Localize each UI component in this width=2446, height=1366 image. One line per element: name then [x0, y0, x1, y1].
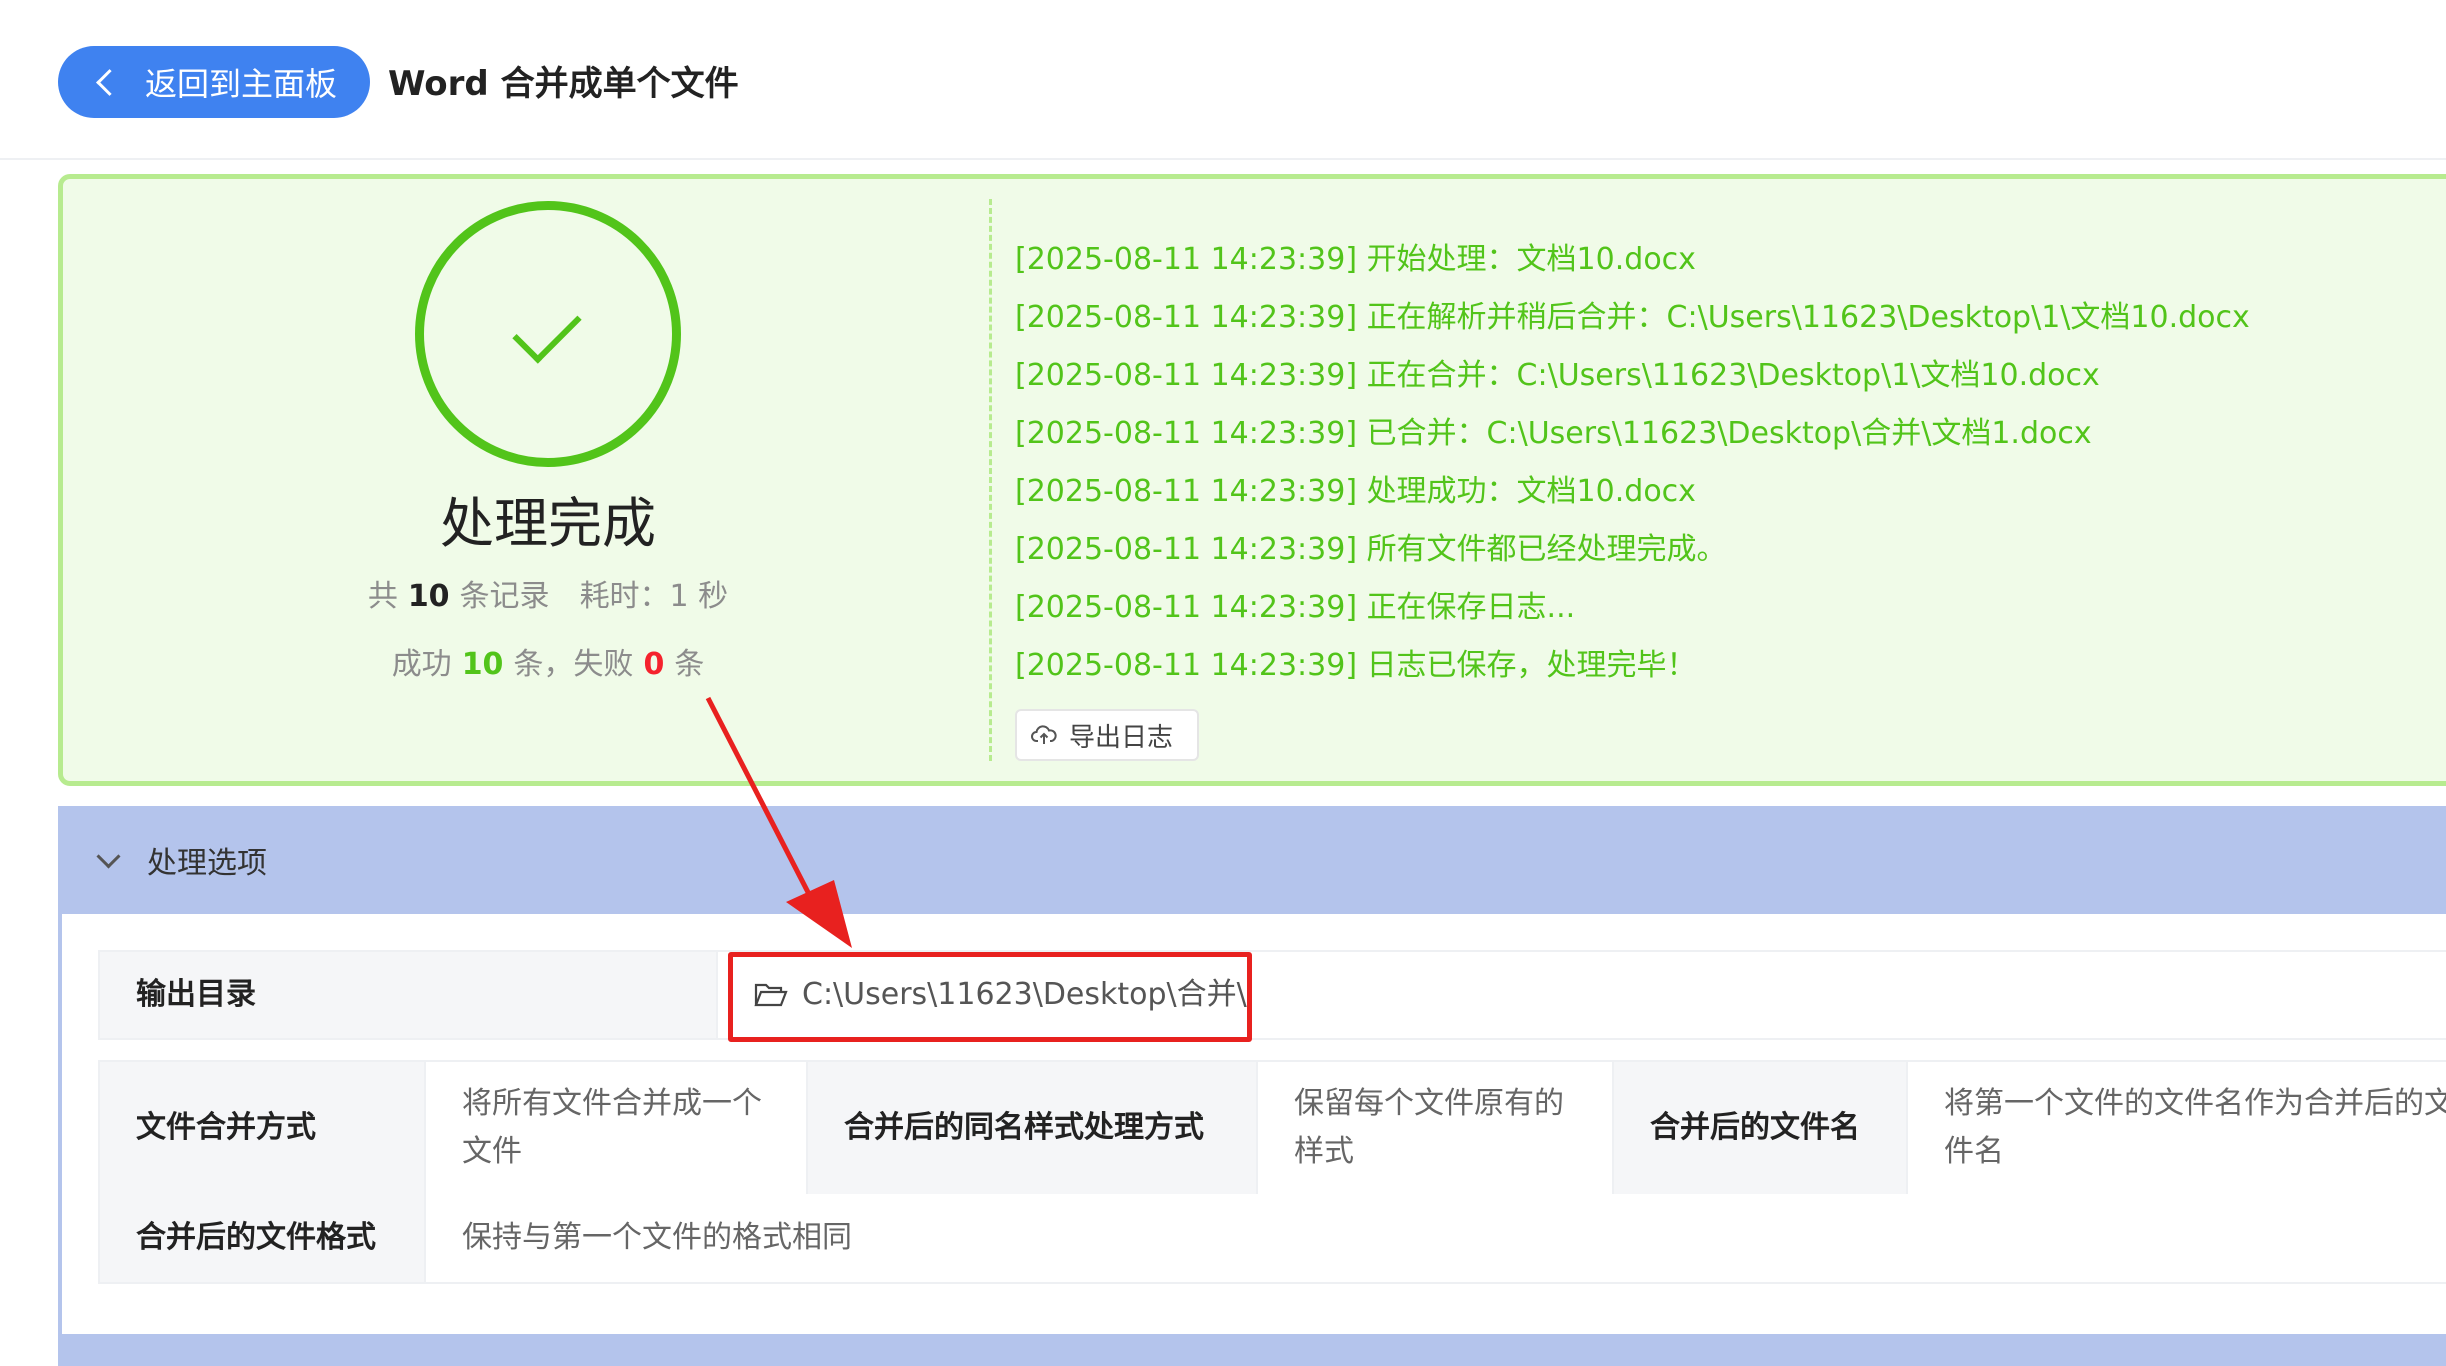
- file-format-value: 保持与第一个文件的格式相同: [424, 1194, 2446, 1282]
- log-divider: [989, 199, 992, 761]
- log-entry: [2025-08-11 14:23:39] 正在合并：C:\Users\1162…: [1015, 358, 2100, 393]
- log-entry: [2025-08-11 14:23:39] 处理成功：文档10.docx: [1015, 474, 1696, 509]
- result-panel: 处理完成 共 10 条记录 耗时：1 秒 成功 10 条，失败 0 条 [2025-08-11…: [58, 174, 2446, 786]
- log-entry: [2025-08-11 14:23:39] 正在解析并稍后合并：C:\Users…: [1015, 300, 2250, 335]
- cloud-upload-icon: [1031, 725, 1057, 744]
- export-log-button[interactable]: 导出日志: [1015, 709, 1199, 761]
- stats-summary: 共 10 条记录 耗时：1 秒: [63, 571, 1033, 615]
- page-title: Word 合并成单个文件: [388, 64, 739, 104]
- stats-time: 耗时：1 秒: [579, 579, 729, 614]
- stats-total-suffix: 条记录: [459, 579, 550, 614]
- log-entry: [2025-08-11 14:23:39] 开始处理：文档10.docx: [1015, 242, 1696, 277]
- stats-total-count: 10: [407, 579, 450, 614]
- chevron-down-icon: [96, 843, 121, 869]
- stats-total-prefix: 共: [367, 579, 398, 614]
- status-title: 处理完成: [440, 492, 656, 555]
- merge-mode-label: 文件合并方式: [100, 1062, 424, 1194]
- processing-options-title: 处理选项: [147, 846, 267, 881]
- checkmark-icon: [512, 294, 582, 364]
- options-row-merge: 文件合并方式 将所有文件合并成一个文件 合并后的同名样式处理方式 保留每个文件原…: [98, 1060, 2446, 1196]
- output-dir-label: 输出目录: [100, 952, 716, 1038]
- processing-options-toggle[interactable]: 处理选项: [58, 806, 2446, 914]
- style-handling-value: 保留每个文件原有的样式: [1256, 1062, 1612, 1194]
- stats-result: 成功 10 条，失败 0 条: [63, 639, 1033, 683]
- log-entry: [2025-08-11 14:23:39] 所有文件都已经处理完成。: [1015, 532, 1727, 567]
- log-entry: [2025-08-11 14:23:39] 已合并：C:\Users\11623…: [1015, 416, 2092, 451]
- merged-filename-label: 合并后的文件名: [1612, 1062, 1906, 1194]
- file-format-label: 合并后的文件格式: [100, 1194, 424, 1282]
- stats-fail-count: 0: [643, 647, 665, 682]
- page-header: 返回到主面板 Word 合并成单个文件: [0, 0, 2446, 160]
- processing-options-body: 输出目录 C:\Users\11623\Desktop\合并\ 文件合并方式 将…: [62, 914, 2446, 1334]
- processing-options-section: 处理选项 输出目录 C:\Users\11623\Desktop\合并\ 文件合…: [58, 806, 2446, 1366]
- merged-filename-value: 将第一个文件的文件名作为合并后的文件名: [1906, 1062, 2446, 1194]
- log-list: [2025-08-11 14:23:39] 开始处理：文档10.docx [20…: [1015, 231, 2250, 695]
- app-window: 返回到主面板 Word 合并成单个文件 处理完成 共 10 条记录 耗时：1 秒 成功…: [0, 0, 2446, 1366]
- export-log-label: 导出日志: [1069, 722, 1174, 753]
- options-row-format: 合并后的文件格式 保持与第一个文件的格式相同: [98, 1194, 2446, 1284]
- annotation-highlight-box: [728, 952, 1252, 1042]
- stats-success-suffix: 条，失败: [513, 647, 634, 682]
- stats-fail-suffix: 条: [674, 647, 705, 682]
- merge-mode-value: 将所有文件合并成一个文件: [424, 1062, 806, 1194]
- options-row-output: 输出目录 C:\Users\11623\Desktop\合并\: [98, 950, 2446, 1040]
- chevron-left-icon: [96, 68, 123, 96]
- stats-success-prefix: 成功: [391, 647, 452, 682]
- back-button-label: 返回到主面板: [145, 65, 338, 103]
- back-to-dashboard-button[interactable]: 返回到主面板: [58, 46, 370, 118]
- style-handling-label: 合并后的同名样式处理方式: [806, 1062, 1256, 1194]
- stats-success-count: 10: [461, 647, 504, 682]
- log-entry: [2025-08-11 14:23:39] 正在保存日志...: [1015, 590, 1576, 625]
- log-entry: [2025-08-11 14:23:39] 日志已保存，处理完毕！: [1015, 648, 1697, 683]
- success-status-icon: [415, 201, 681, 467]
